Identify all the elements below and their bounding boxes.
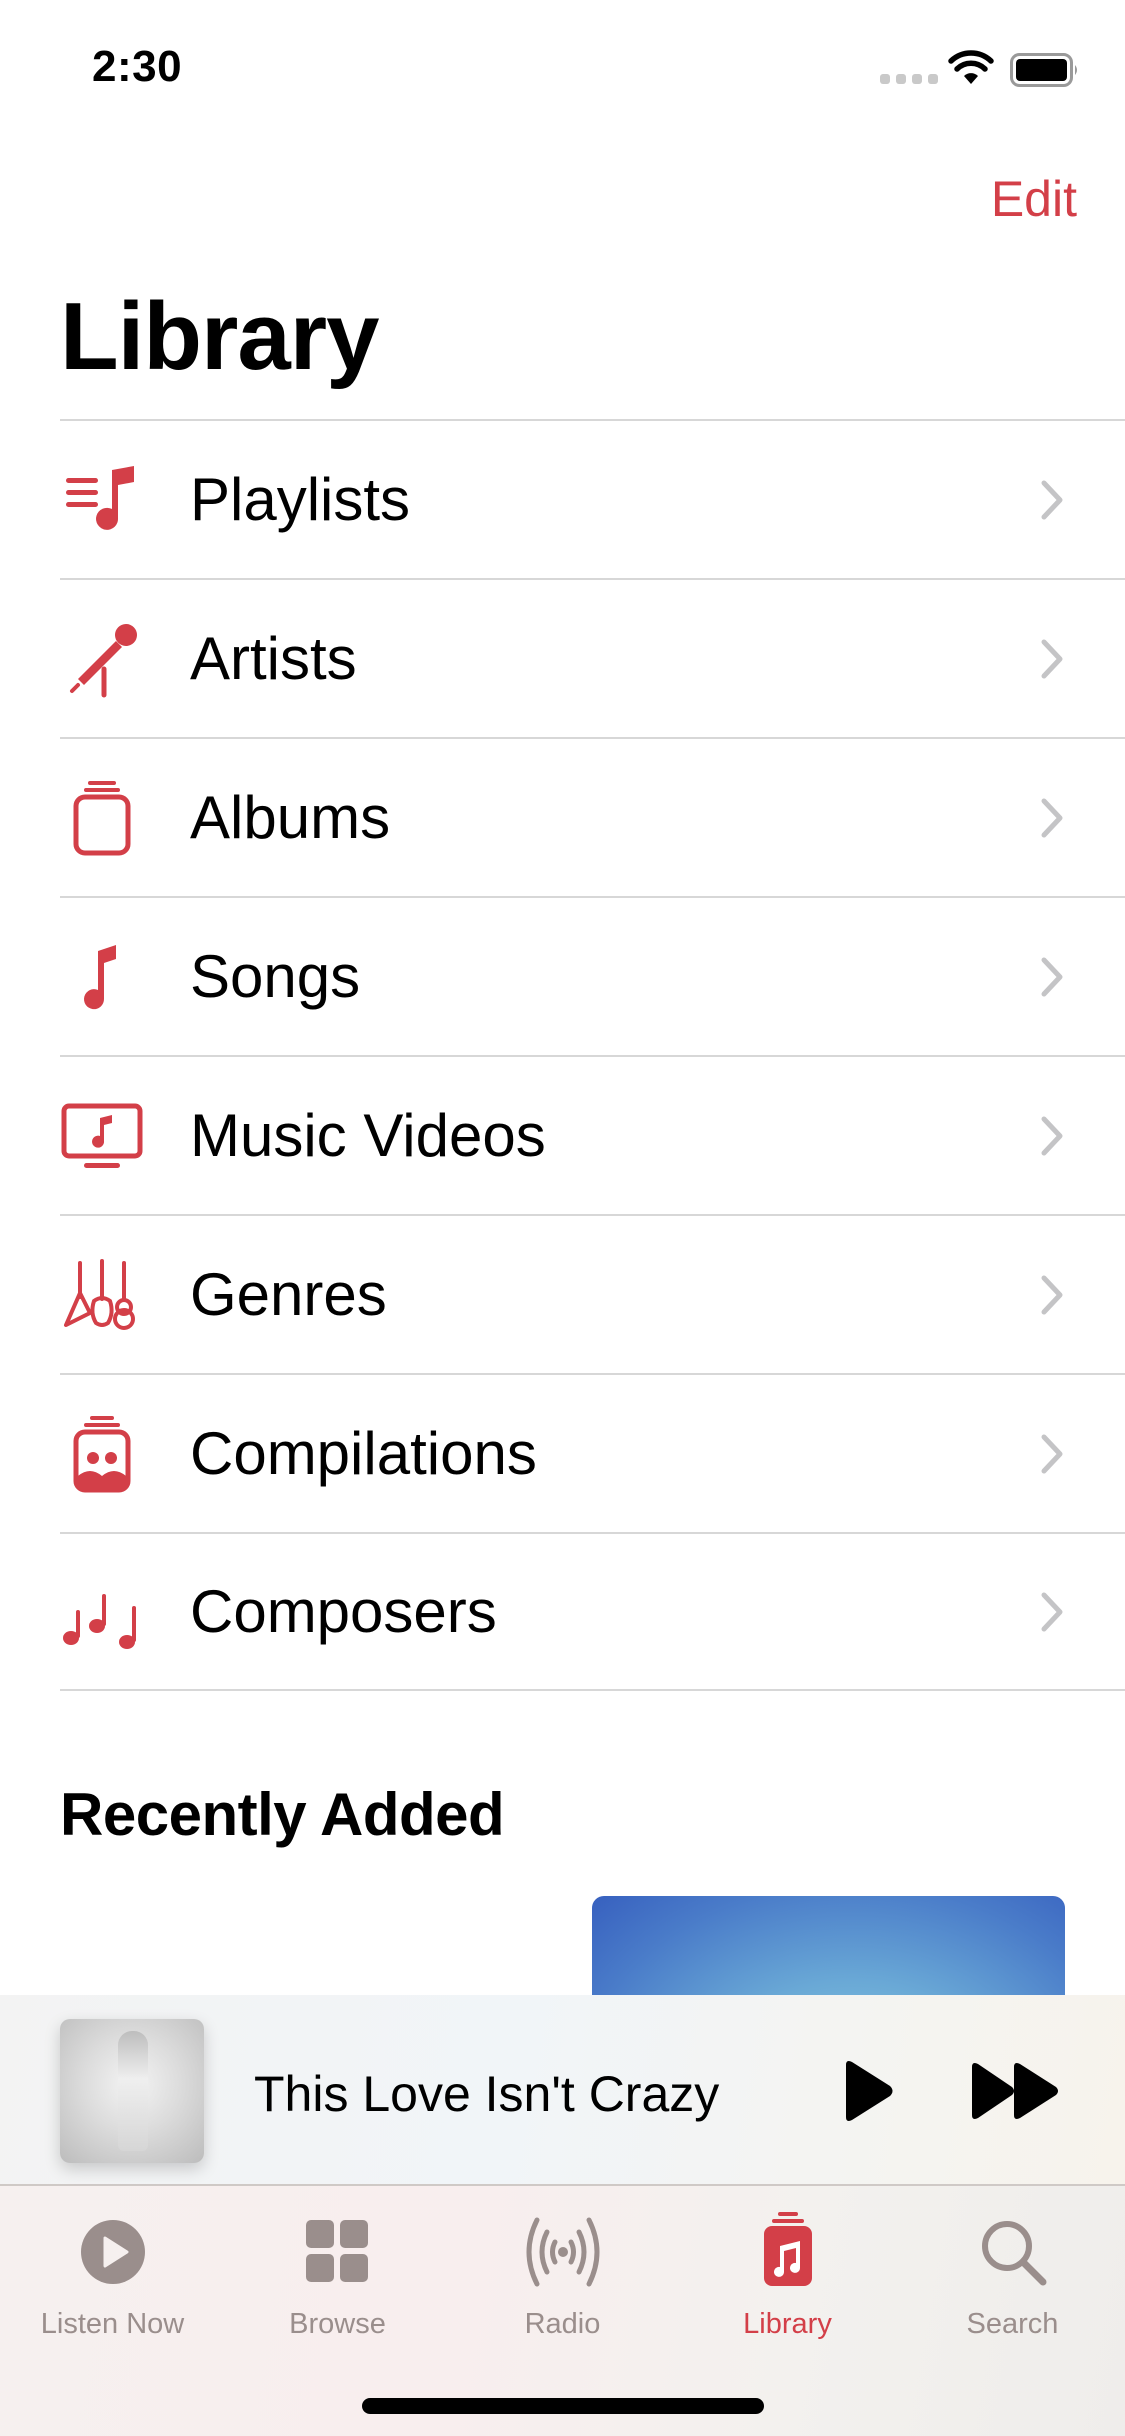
play-icon[interactable] [840,2059,896,2123]
chevron-right-icon [1041,480,1063,519]
mini-player[interactable]: This Love Isn't Crazy [0,1995,1125,2186]
library-item-artists[interactable]: Artists [60,578,1125,737]
chevron-right-icon [1041,1592,1063,1631]
library-item-label: Albums [190,784,391,851]
microphone-icon [60,619,144,699]
edit-button[interactable]: Edit [991,170,1077,228]
library-item-composers[interactable]: Composers [60,1532,1125,1691]
chevron-right-icon [1041,957,1063,996]
library-item-label: Artists [190,625,357,692]
library-item-label: Music Videos [190,1102,546,1169]
chevron-right-icon [1041,1116,1063,1155]
library-item-label: Composers [190,1578,497,1645]
library-item-label: Songs [190,943,361,1010]
music-notes-icon [60,1572,144,1652]
library-item-label: Compilations [190,1420,537,1487]
tab-search[interactable]: Search [900,2208,1125,2340]
tab-label: Radio [524,2308,601,2340]
grid-icon [305,2220,368,2282]
cellular-signal-icon [880,74,938,84]
home-indicator[interactable] [362,2398,764,2414]
tab-library[interactable]: Library [675,2208,900,2340]
radio-waves-icon [526,2217,599,2287]
library-item-label: Genres [190,1261,387,1328]
play-circle-icon [80,2220,145,2284]
library-list: Playlists Artists Albums Songs Music Vid… [60,419,1125,1691]
library-item-songs[interactable]: Songs [60,896,1125,1055]
tab-label: Search [966,2308,1059,2340]
tab-label: Library [743,2308,832,2340]
battery-icon [1010,53,1077,87]
fast-forward-icon[interactable] [968,2059,1064,2123]
library-icon [763,2212,812,2286]
search-icon [981,2221,1046,2286]
wifi-icon [948,50,994,84]
playlist-icon [60,460,144,540]
library-item-label: Playlists [190,466,411,533]
guitars-icon [60,1255,144,1335]
library-item-compilations[interactable]: Compilations [60,1373,1125,1532]
page-title: Library [60,283,379,390]
tab-label: Browse [289,2308,386,2340]
tab-label: Listen Now [40,2308,185,2340]
music-video-tv-icon [60,1096,144,1176]
album-stack-icon [60,778,144,858]
now-playing-artwork[interactable] [60,2019,204,2163]
recently-added-title: Recently Added [60,1781,505,1848]
library-item-albums[interactable]: Albums [60,737,1125,896]
chevron-right-icon [1041,798,1063,837]
tab-listen-now[interactable]: Listen Now [0,2208,225,2340]
music-note-icon [60,937,144,1017]
chevron-right-icon [1041,1275,1063,1314]
status-bar: 2:30 [0,0,1125,132]
library-item-music-videos[interactable]: Music Videos [60,1055,1125,1214]
now-playing-title[interactable]: This Love Isn't Crazy [254,2065,719,2123]
chevron-right-icon [1041,1434,1063,1473]
tab-browse[interactable]: Browse [225,2208,450,2340]
compilation-icon [60,1414,144,1494]
chevron-right-icon [1041,639,1063,678]
status-time: 2:30 [92,42,183,91]
library-item-genres[interactable]: Genres [60,1214,1125,1373]
library-item-playlists[interactable]: Playlists [60,419,1125,578]
tab-radio[interactable]: Radio [450,2208,675,2340]
